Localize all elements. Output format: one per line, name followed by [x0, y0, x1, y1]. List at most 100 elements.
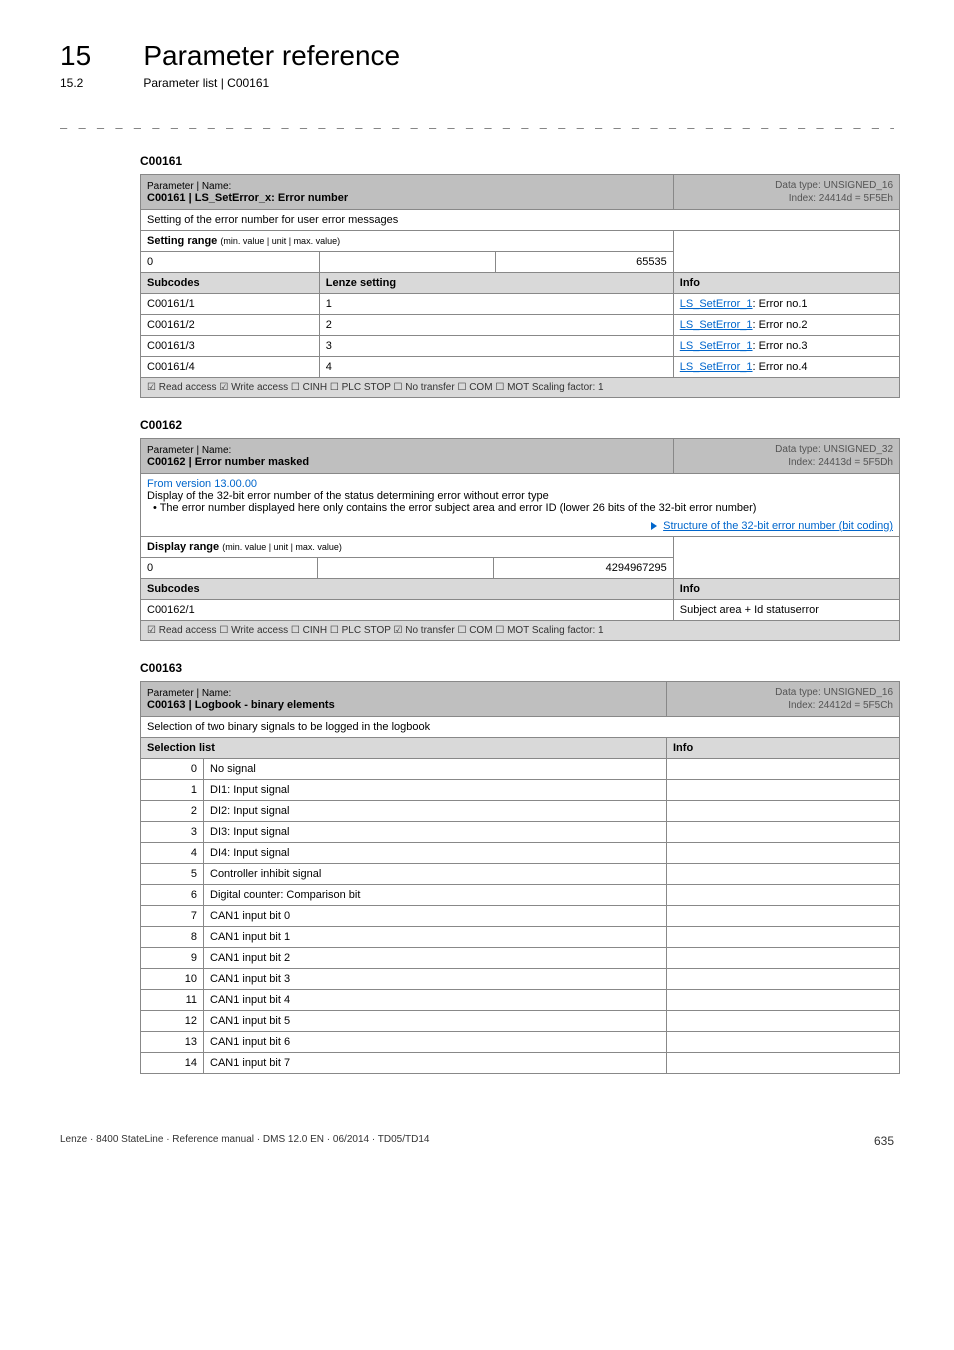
selection-number: 10 [141, 969, 204, 990]
description-text: Display of the 32-bit error number of th… [147, 490, 893, 502]
selection-number: 9 [141, 948, 204, 969]
display-range-label: Display range [147, 541, 219, 553]
table-row: 0No signal [141, 759, 900, 780]
info-empty [667, 1032, 900, 1053]
setting-range-row: Setting range (min. value | unit | max. … [141, 231, 900, 252]
selection-text: Controller inhibit signal [204, 864, 667, 885]
display-range-row: Display range (min. value | unit | max. … [141, 537, 900, 558]
param-name-label: Parameter | Name: [147, 445, 667, 456]
table-row: 3DI3: Input signal [141, 822, 900, 843]
info-empty [667, 759, 900, 780]
max-value: 65535 [496, 252, 674, 273]
table-row: 13CAN1 input bit 6 [141, 1032, 900, 1053]
display-range-note: (min. value | unit | max. value) [222, 542, 342, 552]
table-c00163: Parameter | Name: C00163 | Logbook - bin… [140, 681, 900, 1074]
page-number: 635 [874, 1134, 894, 1148]
selection-number: 7 [141, 906, 204, 927]
selection-text: DI2: Input signal [204, 801, 667, 822]
page-footer: Lenze · 8400 StateLine · Reference manua… [60, 1134, 894, 1148]
selection-text: DI4: Input signal [204, 843, 667, 864]
table-header-row: Parameter | Name: C00163 | Logbook - bin… [141, 682, 900, 717]
table-row: 1DI1: Input signal [141, 780, 900, 801]
min-value: 0 [141, 252, 320, 273]
error-link[interactable]: LS_SetError_1 [680, 340, 753, 352]
access-footer-row: ☑ Read access ☐ Write access ☐ CINH ☐ PL… [141, 621, 900, 641]
bullet-text: • The error number displayed here only c… [147, 502, 893, 514]
selection-number: 12 [141, 1011, 204, 1032]
description-row: Setting of the error number for user err… [141, 210, 900, 231]
subcodes-header-row: Subcodes Info [141, 579, 900, 600]
param-name-label: Parameter | Name: [147, 181, 667, 192]
min-value: 0 [141, 558, 318, 579]
access-footer-text: ☑ Read access ☑ Write access ☐ CINH ☐ PL… [141, 378, 900, 398]
selection-text: CAN1 input bit 3 [204, 969, 667, 990]
info-empty [667, 927, 900, 948]
selection-text: CAN1 input bit 6 [204, 1032, 667, 1053]
selection-number: 3 [141, 822, 204, 843]
info-empty [667, 864, 900, 885]
access-footer-row: ☑ Read access ☑ Write access ☐ CINH ☐ PL… [141, 378, 900, 398]
error-link[interactable]: LS_SetError_1 [680, 298, 753, 310]
subcode-cell: C00162/1 [141, 600, 674, 621]
chapter-number: 15 [60, 40, 140, 72]
setting-range-label: Setting range [147, 235, 217, 247]
selection-text: CAN1 input bit 0 [204, 906, 667, 927]
error-link[interactable]: LS_SetError_1 [680, 361, 753, 373]
info-empty [667, 801, 900, 822]
triangle-icon [651, 522, 657, 530]
error-rest: : Error no.4 [753, 361, 808, 373]
subcode-cell: C00161/3 [141, 336, 320, 357]
param-anchor-c00163: C00163 [140, 661, 894, 675]
section-header: 15.2 Parameter list | C00161 [60, 76, 894, 90]
selection-number: 6 [141, 885, 204, 906]
error-link[interactable]: LS_SetError_1 [680, 319, 753, 331]
footer-left-text: Lenze · 8400 StateLine · Reference manua… [60, 1134, 429, 1145]
info-empty [667, 885, 900, 906]
selection-number: 0 [141, 759, 204, 780]
table-header-row: Parameter | Name: C00162 | Error number … [141, 439, 900, 474]
selection-number: 4 [141, 843, 204, 864]
section-title: Parameter list | C00161 [143, 76, 269, 90]
setting-cell: 4 [319, 357, 673, 378]
chapter-header: 15 Parameter reference [60, 40, 894, 72]
selection-number: 11 [141, 990, 204, 1011]
selection-number: 13 [141, 1032, 204, 1053]
setting-cell: 1 [319, 294, 673, 315]
info-empty [667, 780, 900, 801]
subcodes-column-header: Subcodes [141, 579, 674, 600]
description-row: From version 13.00.00 Display of the 32-… [141, 474, 900, 537]
selection-text: CAN1 input bit 4 [204, 990, 667, 1011]
table-row: C00161/1 1 LS_SetError_1: Error no.1 [141, 294, 900, 315]
info-cell: Subject area + Id statuserror [673, 600, 899, 621]
description-text: Setting of the error number for user err… [141, 210, 900, 231]
selection-number: 14 [141, 1053, 204, 1074]
table-row: 5Controller inhibit signal [141, 864, 900, 885]
selection-text: No signal [204, 759, 667, 780]
setting-cell: 3 [319, 336, 673, 357]
data-type-line1: Data type: UNSIGNED_16 [775, 180, 893, 191]
table-row: 2DI2: Input signal [141, 801, 900, 822]
table-row: C00161/3 3 LS_SetError_1: Error no.3 [141, 336, 900, 357]
table-row: 7CAN1 input bit 0 [141, 906, 900, 927]
param-name-value: C00162 | Error number masked [147, 456, 667, 468]
setting-range-note: (min. value | unit | max. value) [220, 236, 340, 246]
selection-text: CAN1 input bit 5 [204, 1011, 667, 1032]
selection-text: CAN1 input bit 7 [204, 1053, 667, 1074]
structure-link[interactable]: Structure of the 32-bit error number (bi… [663, 520, 893, 532]
table-row: 14CAN1 input bit 7 [141, 1053, 900, 1074]
param-anchor-c00161: C00161 [140, 154, 894, 168]
subcodes-header-row: Subcodes Lenze setting Info [141, 273, 900, 294]
selection-number: 8 [141, 927, 204, 948]
table-row: 4DI4: Input signal [141, 843, 900, 864]
table-row: C00162/1 Subject area + Id statuserror [141, 600, 900, 621]
data-type-line2: Index: 24414d = 5F5Eh [789, 193, 893, 204]
selection-number: 5 [141, 864, 204, 885]
data-type-line2: Index: 24413d = 5F5Dh [788, 457, 893, 468]
info-empty [667, 822, 900, 843]
version-text: From version 13.00.00 [147, 478, 893, 490]
subcode-cell: C00161/4 [141, 357, 320, 378]
table-row: 9CAN1 input bit 2 [141, 948, 900, 969]
info-empty [667, 1053, 900, 1074]
section-number: 15.2 [60, 76, 140, 90]
table-c00161: Parameter | Name: C00161 | LS_SetError_x… [140, 174, 900, 398]
